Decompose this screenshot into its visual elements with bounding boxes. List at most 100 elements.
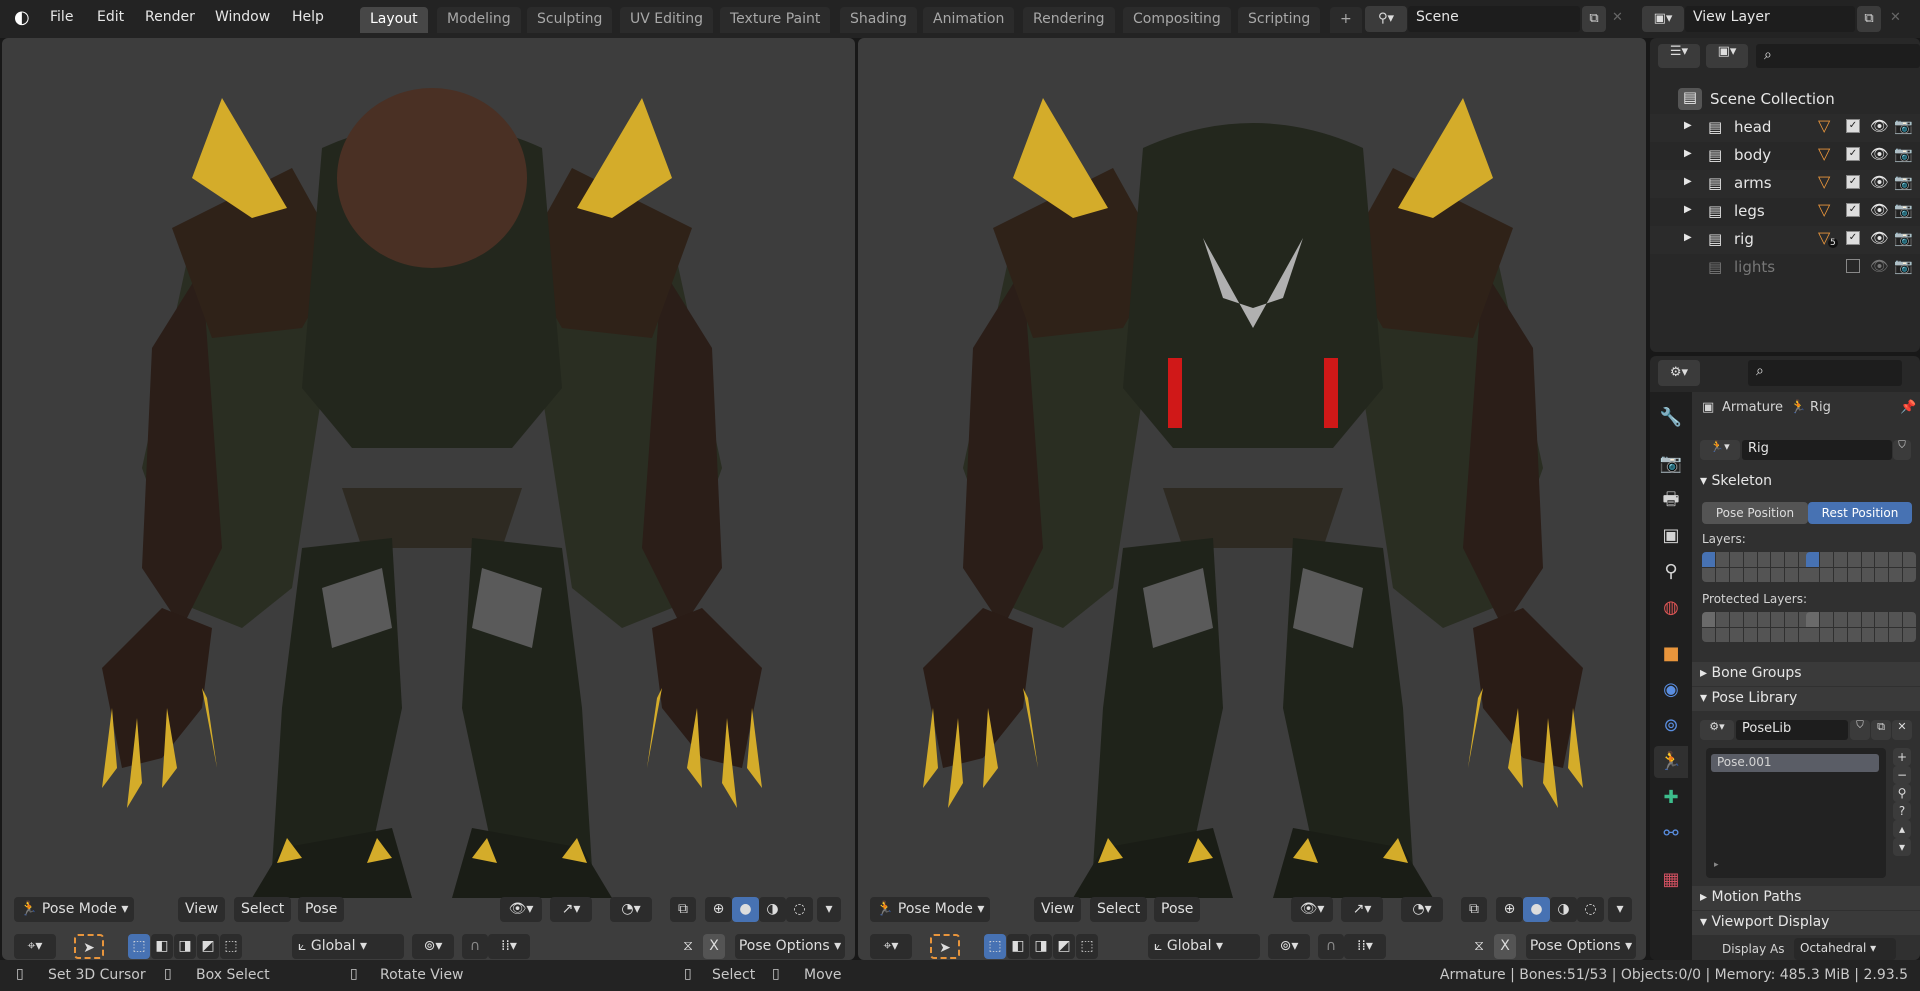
camera-icon[interactable]: 📷 xyxy=(1894,117,1913,135)
pose-list-item[interactable]: Pose.001 xyxy=(1711,754,1879,772)
rendered-shading-icon[interactable]: ◌ xyxy=(1577,897,1604,922)
bone-groups-panel-header[interactable]: ▸ Bone Groups xyxy=(1692,662,1920,686)
exclude-checkbox[interactable] xyxy=(1846,259,1860,273)
tab-shading[interactable]: Shading xyxy=(840,7,917,33)
skeleton-panel-header[interactable]: ▾ Skeleton xyxy=(1692,470,1920,494)
output-tab-icon[interactable]: 🖶 xyxy=(1654,484,1688,516)
visibility-icon[interactable]: 👁▾ xyxy=(500,897,542,922)
fake-user-icon[interactable]: ⛉ xyxy=(1893,440,1911,460)
layers-grid-1[interactable] xyxy=(1702,552,1812,582)
scene-selector-icon[interactable]: ⚲▾ xyxy=(1365,6,1407,32)
shading-options-icon[interactable]: ▾ xyxy=(1608,897,1632,922)
layer-cell[interactable] xyxy=(1771,552,1785,567)
menu-edit[interactable]: Edit xyxy=(97,9,124,25)
new-view-layer-icon[interactable]: ⧉ xyxy=(1857,6,1881,32)
exclude-checkbox[interactable]: ✓ xyxy=(1846,231,1860,245)
outliner-row-lights[interactable]: ▤ lights 👁 📷 xyxy=(1650,254,1920,282)
tab-layout[interactable]: Layout xyxy=(360,7,428,33)
layer-cell[interactable] xyxy=(1847,567,1861,582)
mesh-data-icon[interactable]: ▽ xyxy=(1818,144,1830,163)
transform-pivot-icon[interactable]: ⌖▾ xyxy=(14,934,56,959)
poselib-browse-icon[interactable]: ⚙▾ xyxy=(1700,720,1734,740)
viewport-right[interactable]: 🏃 Pose Mode ▾ View Select Pose 👁▾ ↗▾ ◔▾ … xyxy=(858,38,1646,960)
layer-cell[interactable] xyxy=(1757,567,1771,582)
xray-icon[interactable]: ⧉ xyxy=(670,897,696,922)
layer-cell[interactable] xyxy=(1875,552,1889,567)
tab-rendering[interactable]: Rendering xyxy=(1023,7,1115,33)
tab-uv-editing[interactable]: UV Editing xyxy=(620,7,714,33)
wireframe-shading-icon[interactable]: ⊕ xyxy=(1496,897,1523,922)
mesh-data-icon[interactable]: ▽ xyxy=(1818,172,1830,191)
bone-tab-icon[interactable]: ✚ xyxy=(1654,782,1688,814)
solid-shading-icon[interactable]: ● xyxy=(732,897,759,922)
mode-dropdown[interactable]: 🏃 Pose Mode ▾ xyxy=(870,897,991,922)
tab-modeling[interactable]: Modeling xyxy=(437,7,521,33)
select-extend-icon[interactable]: ◧ xyxy=(151,934,173,959)
layer-cell[interactable] xyxy=(1715,627,1729,642)
mesh-data-icon[interactable]: ▽ xyxy=(1818,200,1830,219)
scene-field[interactable]: Scene xyxy=(1408,6,1580,32)
constraints-tab-icon[interactable]: ⊚ xyxy=(1654,710,1688,742)
select-intersect-icon[interactable]: ⬚ xyxy=(220,934,242,959)
display-mode-icon[interactable]: ☰▾ xyxy=(1658,44,1700,68)
layer-cell[interactable] xyxy=(1757,627,1771,642)
layer-cell[interactable] xyxy=(1729,567,1743,582)
layer-cell[interactable] xyxy=(1903,567,1916,582)
camera-icon[interactable]: 📷 xyxy=(1894,201,1913,219)
wireframe-shading-icon[interactable]: ⊕ xyxy=(705,897,732,922)
layer-cell[interactable] xyxy=(1743,612,1757,627)
select-invert-icon[interactable]: ◩ xyxy=(1053,934,1075,959)
camera-icon[interactable]: 📷 xyxy=(1894,257,1913,275)
layer-cell[interactable] xyxy=(1903,612,1916,627)
layer-cell[interactable] xyxy=(1743,627,1757,642)
layer-cell[interactable] xyxy=(1702,627,1715,642)
new-scene-icon[interactable]: ⧉ xyxy=(1582,6,1606,32)
layer-cell[interactable] xyxy=(1702,552,1715,567)
texture-tab-icon[interactable]: ▦ xyxy=(1654,864,1688,896)
protected-grid-1[interactable] xyxy=(1702,612,1812,642)
material-shading-icon[interactable]: ◑ xyxy=(1550,897,1577,922)
select-menu[interactable]: Select xyxy=(1090,897,1148,922)
pose-position-button[interactable]: Pose Position xyxy=(1702,502,1808,524)
layer-cell[interactable] xyxy=(1785,567,1799,582)
layer-cell[interactable] xyxy=(1875,627,1889,642)
outliner-row-rig[interactable]: ▶ ▤ rig ▽ 5 ✓ 👁 📷 xyxy=(1650,226,1920,254)
layer-cell[interactable] xyxy=(1806,612,1819,627)
armature-browse-icon[interactable]: 🏃▾ xyxy=(1700,440,1740,460)
sanitize-icon[interactable]: ? xyxy=(1893,802,1911,820)
layer-cell[interactable] xyxy=(1847,552,1861,567)
outliner-search-input[interactable]: ⌕ xyxy=(1756,44,1920,68)
pose-menu[interactable]: Pose xyxy=(1154,897,1201,922)
layer-cell[interactable] xyxy=(1889,627,1903,642)
pin-icon[interactable]: 📌 xyxy=(1900,400,1916,415)
layer-cell[interactable] xyxy=(1833,612,1847,627)
filter-icon[interactable]: ▣▾ xyxy=(1706,44,1748,68)
overlays-icon[interactable]: ◔▾ xyxy=(1401,897,1443,922)
layer-cell[interactable] xyxy=(1833,567,1847,582)
layer-cell[interactable] xyxy=(1847,627,1861,642)
rendered-shading-icon[interactable]: ◌ xyxy=(786,897,813,922)
layer-cell[interactable] xyxy=(1771,612,1785,627)
world-tab-icon[interactable]: ◍ xyxy=(1654,592,1688,624)
layer-cell[interactable] xyxy=(1889,612,1903,627)
object-tab-icon[interactable]: ■ xyxy=(1654,638,1688,670)
layer-cell[interactable] xyxy=(1771,567,1785,582)
layer-cell[interactable] xyxy=(1861,612,1875,627)
solid-shading-icon[interactable]: ● xyxy=(1523,897,1550,922)
gizmo-icon[interactable]: ↗▾ xyxy=(550,897,592,922)
layer-cell[interactable] xyxy=(1861,552,1875,567)
view-menu[interactable]: View xyxy=(178,897,226,922)
layer-cell[interactable] xyxy=(1889,552,1903,567)
poselib-fake-user-icon[interactable]: ⛉ xyxy=(1850,720,1870,740)
select-menu[interactable]: Select xyxy=(234,897,292,922)
delete-scene-icon[interactable]: ✕ xyxy=(1612,10,1623,25)
layer-cell[interactable] xyxy=(1771,627,1785,642)
snap-target-icon[interactable]: ⁞⁞▾ xyxy=(1344,934,1386,959)
pose-menu[interactable]: Pose xyxy=(298,897,345,922)
move-down-icon[interactable]: ▾ xyxy=(1893,838,1911,856)
bone-constraints-tab-icon[interactable]: ⚯ xyxy=(1654,818,1688,850)
protected-grid-2[interactable] xyxy=(1806,612,1916,642)
pivot-point-icon[interactable]: ⊚▾ xyxy=(1268,934,1310,959)
physics-tab-icon[interactable]: ◉ xyxy=(1654,674,1688,706)
eye-icon[interactable]: 👁 xyxy=(1870,173,1889,191)
